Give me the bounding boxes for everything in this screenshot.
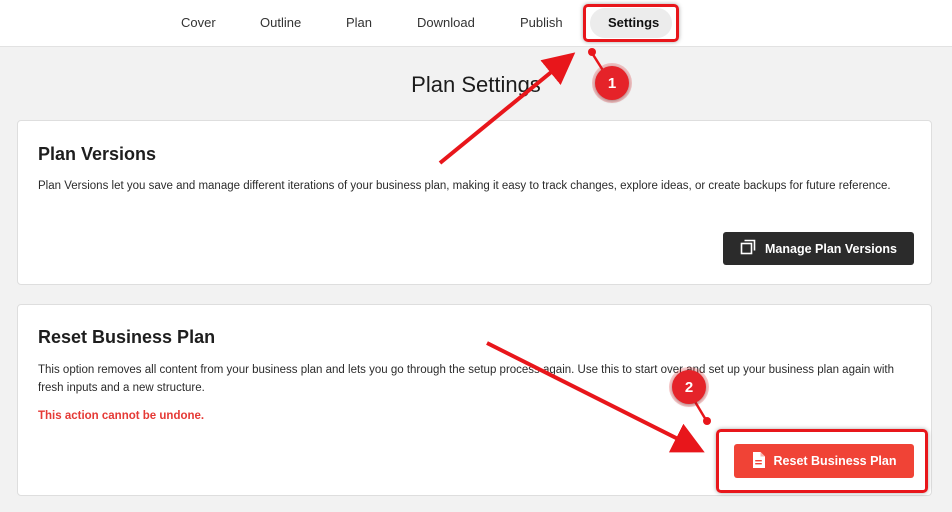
step-2-badge: 2 — [672, 370, 706, 404]
reset-plan-title: Reset Business Plan — [38, 327, 216, 347]
copy-icon — [740, 239, 756, 258]
badge1-connector-dot — [588, 48, 596, 56]
tab-publish[interactable]: Publish — [520, 15, 563, 30]
reset-button-highlight-box — [716, 429, 928, 493]
plan-versions-card: Plan Versions Plan Versions let you save… — [17, 120, 932, 285]
reset-warning-text: This action cannot be undone. — [38, 410, 205, 422]
manage-plan-versions-label: Manage Plan Versions — [765, 241, 897, 256]
reset-plan-description: This option removes all content from you… — [38, 364, 894, 394]
plan-versions-description: Plan Versions let you save and manage di… — [38, 180, 891, 192]
plan-versions-title: Plan Versions — [38, 144, 157, 164]
top-navigation: Cover Outline Plan Download Publish Sett… — [0, 0, 952, 47]
manage-plan-versions-button[interactable]: Manage Plan Versions — [723, 232, 914, 265]
step-1-badge: 1 — [595, 66, 629, 100]
page-title: Plan Settings — [411, 72, 541, 97]
settings-highlight-box — [583, 4, 679, 42]
tab-plan[interactable]: Plan — [346, 15, 372, 30]
tab-outline[interactable]: Outline — [260, 15, 301, 30]
tab-download[interactable]: Download — [417, 15, 475, 30]
tab-cover[interactable]: Cover — [181, 15, 216, 30]
